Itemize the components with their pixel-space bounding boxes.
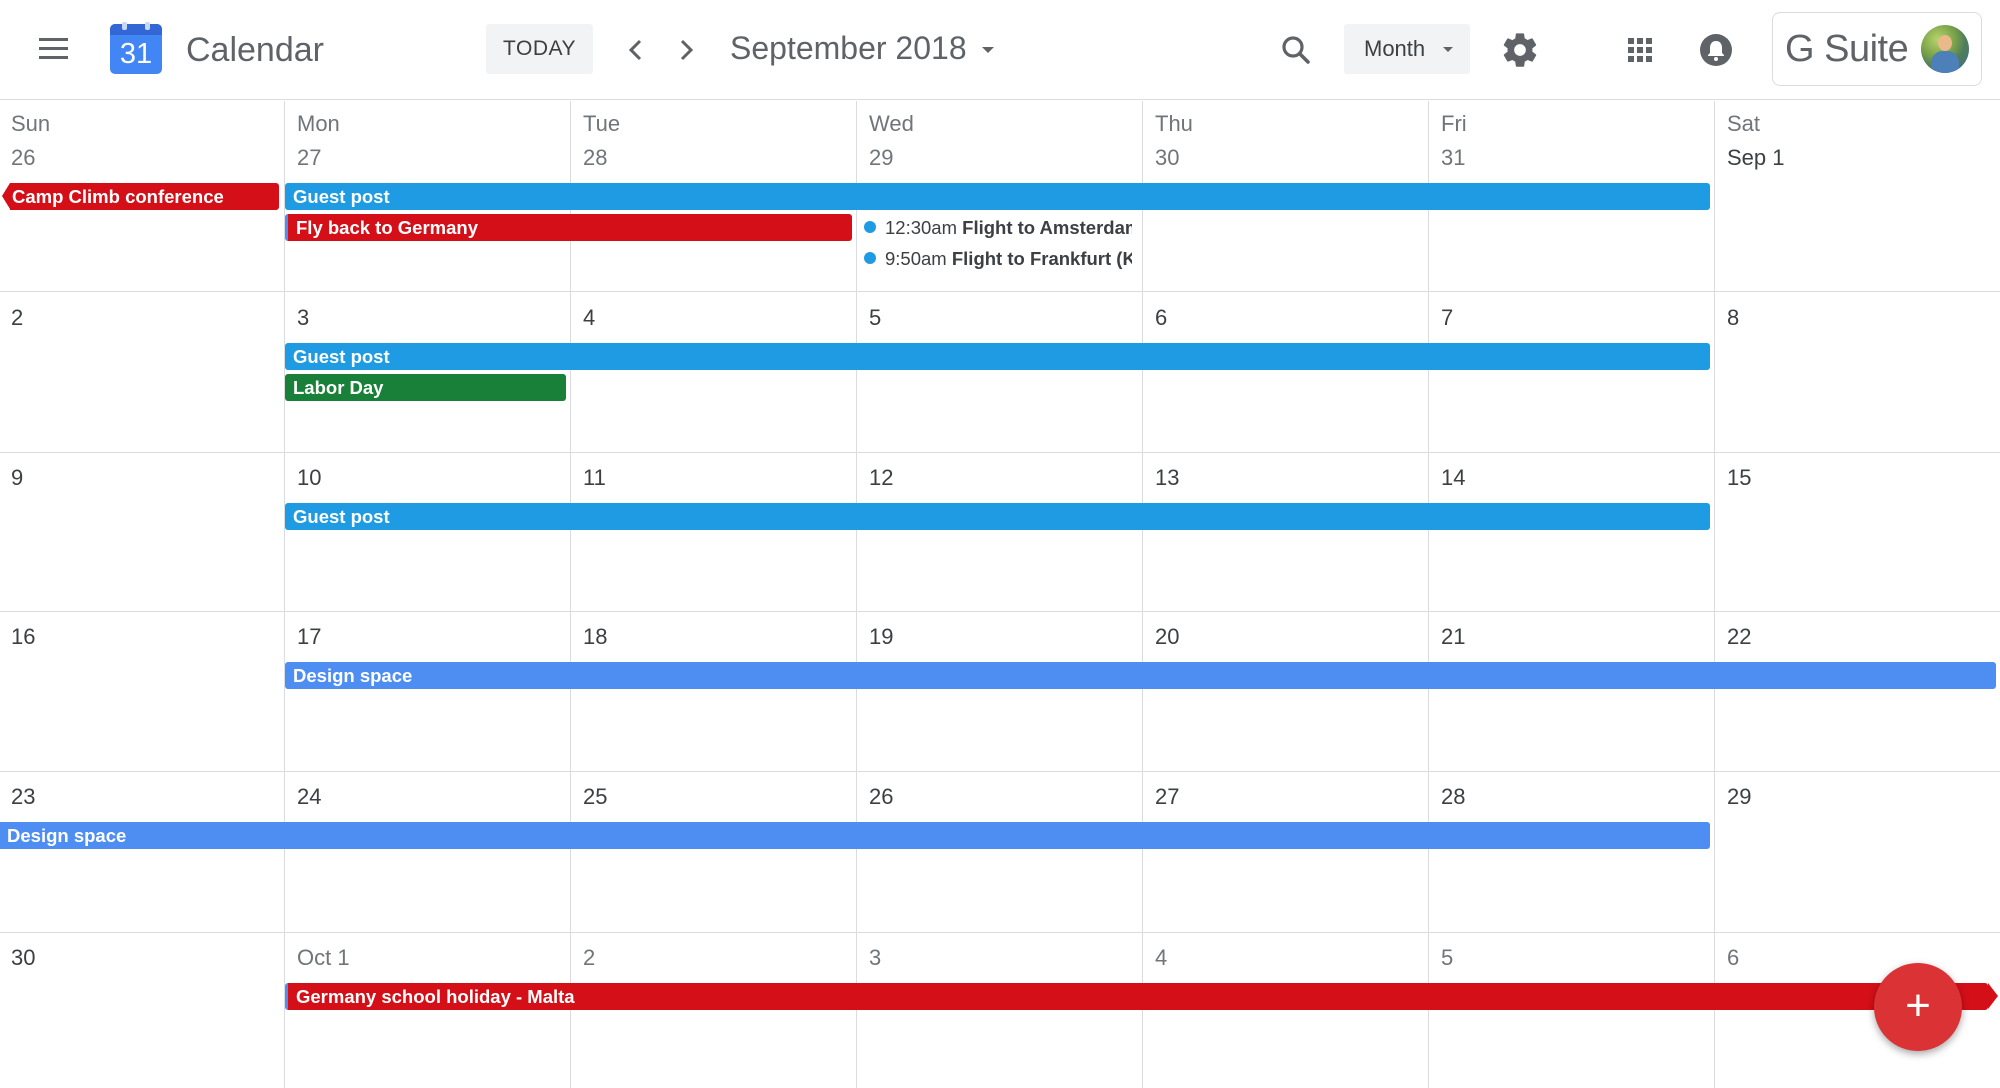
date-number[interactable]: 15 <box>1727 465 1751 491</box>
calendar-logo[interactable]: 31 <box>110 22 162 74</box>
view-switcher[interactable]: Month <box>1344 24 1470 74</box>
apps-grid-icon[interactable] <box>1622 32 1658 68</box>
date-number[interactable]: 28 <box>1441 784 1465 810</box>
weekday-sun: Sun <box>11 111 51 136</box>
event-continues-right-icon <box>1988 983 1998 1009</box>
date-number[interactable]: 29 <box>869 145 893 171</box>
current-period-title: September 2018 <box>730 30 967 66</box>
date-number[interactable]: 9 <box>11 465 23 491</box>
date-number[interactable]: 20 <box>1155 624 1179 650</box>
event-dot-icon <box>864 252 876 264</box>
caret-down-icon <box>1443 47 1453 52</box>
chevron-right-icon[interactable] <box>666 30 706 70</box>
event-fly-back-to-germany[interactable]: Fly back to Germany <box>285 214 852 241</box>
date-number[interactable]: 16 <box>11 624 35 650</box>
date-number[interactable]: 28 <box>583 145 607 171</box>
weekday-tue: Tue <box>583 111 621 136</box>
account-switcher[interactable]: G Suite <box>1772 12 1982 86</box>
caret-down-icon[interactable] <box>974 30 1002 70</box>
date-number[interactable]: 18 <box>583 624 607 650</box>
hamburger-icon[interactable] <box>36 34 72 64</box>
date-number[interactable]: 5 <box>869 305 881 331</box>
event-title: Flight to Frankfurt (KI <box>951 248 1132 269</box>
gsuite-brand-label: G Suite <box>1785 28 1909 70</box>
event-continues-left-icon <box>2 183 10 209</box>
date-number[interactable]: 11 <box>583 465 606 491</box>
date-number[interactable]: 3 <box>297 305 309 331</box>
date-number[interactable]: 29 <box>1727 784 1751 810</box>
event-germany-school-holiday-malta[interactable]: Germany school holiday - Malta <box>285 983 1988 1010</box>
date-number[interactable]: 25 <box>583 784 607 810</box>
date-number[interactable]: 22 <box>1727 624 1751 650</box>
date-number[interactable]: 23 <box>11 784 35 810</box>
create-event-button[interactable]: + <box>1874 963 1962 1051</box>
date-number[interactable]: 7 <box>1441 305 1453 331</box>
app-title[interactable]: Calendar <box>186 30 324 70</box>
date-number[interactable]: Sep 1 <box>1727 145 1785 171</box>
weekday-fri: Fri <box>1441 111 1467 136</box>
date-number[interactable]: 24 <box>297 784 321 810</box>
search-icon[interactable] <box>1276 30 1316 70</box>
event-guest-post[interactable]: Guest post <box>285 343 1710 370</box>
date-number[interactable]: 21 <box>1441 624 1465 650</box>
date-number[interactable]: Oct 1 <box>297 945 350 971</box>
event-title: Flight to Amsterdam <box>962 217 1132 238</box>
date-number[interactable]: 2 <box>11 305 23 331</box>
date-number[interactable]: 27 <box>297 145 321 171</box>
bell-icon[interactable] <box>1696 30 1736 70</box>
weekday-sat: Sat <box>1727 111 1761 136</box>
event-flight-to-frankfurt[interactable]: 9:50am Flight to Frankfurt (KI <box>864 245 1132 272</box>
date-number[interactable]: 10 <box>297 465 321 491</box>
event-guest-post[interactable]: Guest post <box>285 183 1710 210</box>
date-number[interactable]: 6 <box>1727 945 1739 971</box>
weekday-thu: Thu <box>1155 111 1193 136</box>
date-number[interactable]: 4 <box>583 305 595 331</box>
weekday-wed: Wed <box>869 111 914 136</box>
event-dot-icon <box>864 221 876 233</box>
calendar-logo-day: 31 <box>119 38 153 70</box>
chevron-left-icon[interactable] <box>616 30 656 70</box>
date-number[interactable]: 8 <box>1727 305 1739 331</box>
date-number[interactable]: 31 <box>1441 145 1465 171</box>
today-button[interactable]: TODAY <box>486 24 593 74</box>
date-number[interactable]: 17 <box>297 624 321 650</box>
date-number[interactable]: 3 <box>869 945 881 971</box>
event-labor-day[interactable]: Labor Day <box>285 374 566 401</box>
month-grid: Sun Mon Tue Wed Thu Fri Sat 26 27 28 29 … <box>0 101 2000 1088</box>
date-number[interactable]: 5 <box>1441 945 1453 971</box>
date-number[interactable]: 30 <box>1155 145 1179 171</box>
date-number[interactable]: 19 <box>869 624 893 650</box>
date-number[interactable]: 27 <box>1155 784 1179 810</box>
event-design-space[interactable]: Design space <box>0 822 1710 849</box>
date-number[interactable]: 26 <box>11 145 35 171</box>
view-switcher-label: Month <box>1364 36 1426 61</box>
event-design-space[interactable]: Design space <box>285 662 1996 689</box>
avatar[interactable] <box>1921 25 1969 73</box>
date-number[interactable]: 2 <box>583 945 595 971</box>
top-app-bar: 31 Calendar TODAY September 2018 Month G… <box>0 0 2000 100</box>
event-time: 12:30am <box>885 217 957 238</box>
date-number[interactable]: 30 <box>11 945 35 971</box>
gear-icon[interactable] <box>1500 30 1540 70</box>
date-number[interactable]: 12 <box>869 465 893 491</box>
date-number[interactable]: 26 <box>869 784 893 810</box>
date-number[interactable]: 13 <box>1155 465 1179 491</box>
event-flight-to-amsterdam[interactable]: 12:30am Flight to Amsterdam <box>864 214 1132 241</box>
weekday-mon: Mon <box>297 111 340 136</box>
date-number[interactable]: 6 <box>1155 305 1167 331</box>
event-time: 9:50am <box>885 248 947 269</box>
event-camp-climb-conference[interactable]: Camp Climb conference <box>10 183 279 210</box>
date-number[interactable]: 4 <box>1155 945 1167 971</box>
plus-icon: + <box>1905 981 1931 1030</box>
date-number[interactable]: 14 <box>1441 465 1465 491</box>
event-guest-post[interactable]: Guest post <box>285 503 1710 530</box>
